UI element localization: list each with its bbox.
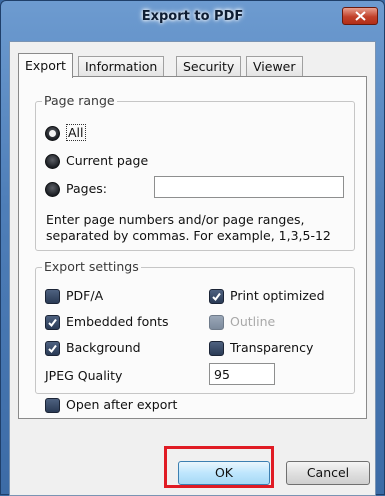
radio-current-page-label[interactable]: Current page	[66, 153, 148, 168]
pdfa-checkbox[interactable]	[45, 289, 60, 304]
dialog-title: Export to PDF	[141, 9, 244, 24]
title-bar[interactable]: Export to PDF	[1, 1, 384, 41]
outline-checkbox	[209, 315, 224, 330]
tab-viewer[interactable]: Viewer	[246, 56, 303, 77]
radio-pages-label[interactable]: Pages:	[66, 181, 107, 196]
tab-export[interactable]: Export	[18, 53, 73, 78]
radio-all[interactable]	[45, 126, 60, 141]
open-after-export-label[interactable]: Open after export	[66, 397, 177, 412]
open-after-export-checkbox[interactable]	[45, 398, 60, 413]
radio-selected-dot	[49, 130, 56, 137]
tab-information[interactable]: Information	[78, 56, 165, 77]
checkmark-icon	[48, 318, 57, 328]
close-icon	[355, 11, 366, 21]
export-dialog: Export to PDF Export Information Securit…	[0, 0, 385, 496]
checkmark-icon	[212, 292, 221, 302]
export-settings-legend: Export settings	[42, 259, 141, 274]
radio-current-page[interactable]	[45, 154, 60, 169]
checkmark-icon	[48, 344, 57, 354]
outline-label: Outline	[230, 314, 276, 329]
print-optimized-label[interactable]: Print optimized	[230, 288, 325, 303]
pages-input[interactable]	[154, 176, 344, 198]
pdfa-label[interactable]: PDF/A	[66, 288, 103, 303]
cancel-button[interactable]: Cancel	[286, 461, 370, 485]
background-label[interactable]: Background	[66, 340, 141, 355]
export-settings-group: Export settings PDF/A Embedded fonts Bac…	[35, 259, 355, 394]
embedded-fonts-checkbox[interactable]	[45, 315, 60, 330]
jpeg-quality-input[interactable]	[209, 363, 275, 385]
print-optimized-checkbox[interactable]	[209, 289, 224, 304]
ok-button-highlight	[164, 446, 274, 488]
radio-all-label[interactable]: All	[66, 124, 86, 141]
export-tab-panel: Page range All Current page Pages: Enter…	[18, 76, 367, 419]
jpeg-quality-label: JPEG Quality	[45, 368, 123, 383]
radio-pages[interactable]	[45, 182, 60, 197]
page-range-hint: Enter page numbers and/or page ranges, s…	[46, 212, 331, 243]
background-checkbox[interactable]	[45, 341, 60, 356]
page-range-group: Page range All Current page Pages: Enter…	[35, 93, 355, 251]
dialog-client: Export Information Security Viewer Page …	[9, 41, 376, 496]
transparency-label[interactable]: Transparency	[230, 340, 313, 355]
tab-security[interactable]: Security	[176, 56, 242, 77]
transparency-checkbox[interactable]	[209, 341, 224, 356]
page-range-legend: Page range	[42, 93, 117, 108]
embedded-fonts-label[interactable]: Embedded fonts	[66, 314, 169, 329]
close-button[interactable]	[342, 7, 378, 25]
